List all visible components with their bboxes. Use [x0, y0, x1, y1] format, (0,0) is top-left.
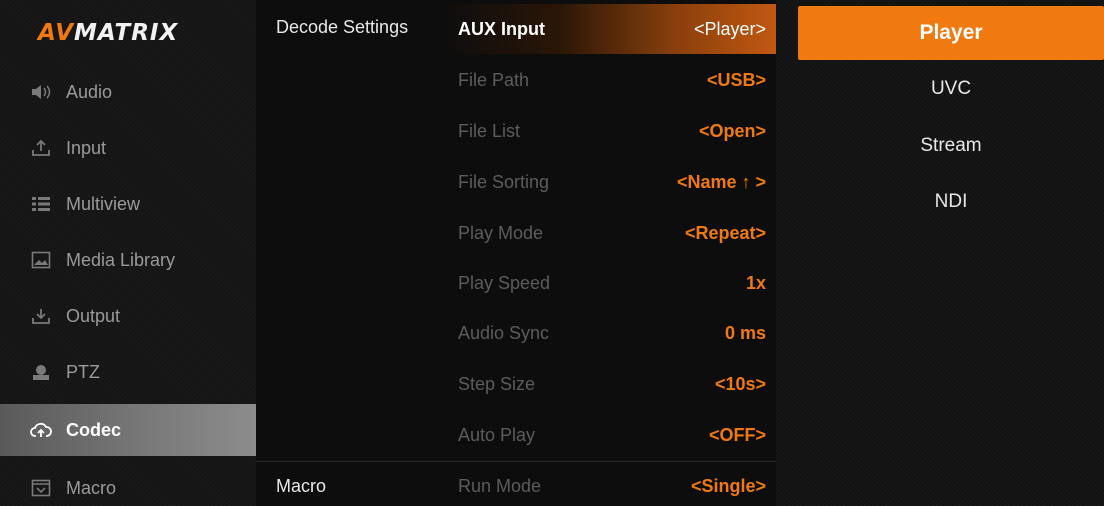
sidebar-item-label: Media Library	[66, 249, 176, 270]
setting-row-audio-sync[interactable]: Audio Sync 0 ms	[442, 308, 776, 358]
setting-label: File Sorting	[458, 171, 550, 192]
option-uvc[interactable]: UVC	[798, 62, 1104, 116]
setting-row-file-list[interactable]: File List <Open>	[442, 106, 776, 156]
setting-row-run-mode[interactable]: Run Mode <Single>	[442, 461, 776, 506]
list-icon	[30, 195, 52, 213]
speaker-icon	[30, 83, 52, 101]
camera-icon	[30, 363, 52, 381]
group-label-macro: Macro	[276, 476, 327, 496]
cloud-sync-icon	[30, 421, 52, 439]
sidebar-item-label: Input	[66, 137, 107, 158]
sidebar-item-label: Multiview	[66, 193, 141, 214]
setting-label: File List	[458, 120, 521, 141]
upload-icon	[30, 139, 52, 157]
aux-input-options: Player UVC Stream NDI	[776, 0, 1104, 506]
download-icon	[30, 307, 52, 325]
setting-label: File Path	[458, 69, 530, 90]
setting-value: <Repeat>	[684, 222, 766, 243]
sidebar-item-label: Audio	[66, 81, 113, 102]
option-player[interactable]: Player	[798, 6, 1104, 60]
setting-row-file-sorting[interactable]: File Sorting <Name ↑ >	[442, 157, 776, 207]
setting-value: <USB>	[706, 69, 766, 90]
sidebar-item-label: PTZ	[66, 361, 100, 382]
setting-value: <Name ↑ >	[676, 171, 766, 192]
sidebar-item-ptz[interactable]: PTZ	[0, 346, 256, 398]
setting-value: <OFF>	[708, 424, 766, 445]
group-label-decode-settings: Decode Settings	[276, 17, 409, 37]
setting-label: Audio Sync	[458, 322, 550, 343]
sidebar-item-label: Output	[66, 305, 121, 326]
setting-row-play-mode[interactable]: Play Mode <Repeat>	[442, 208, 776, 258]
option-stream[interactable]: Stream	[798, 119, 1104, 173]
setting-label: Step Size	[458, 373, 536, 394]
setting-label: Play Speed	[458, 272, 551, 293]
sidebar: AVMATRIX Audio Input Multiview Media Lib…	[0, 0, 270, 506]
sidebar-item-input[interactable]: Input	[0, 122, 256, 174]
setting-row-auto-play[interactable]: Auto Play <OFF>	[442, 410, 776, 460]
sidebar-item-multiview[interactable]: Multiview	[0, 178, 256, 230]
setting-value: <Player>	[693, 18, 766, 39]
setting-label: Play Mode	[458, 222, 544, 243]
sidebar-item-audio[interactable]: Audio	[0, 66, 256, 118]
avmatrix-logo: AVMATRIX	[38, 20, 179, 46]
setting-value: <10s>	[714, 373, 766, 394]
sidebar-item-label: Codec	[66, 419, 122, 440]
setting-value: 0 ms	[724, 322, 766, 343]
settings-panel: Decode Settings Macro AUX Input <Player>…	[256, 0, 776, 506]
sidebar-item-media-library[interactable]: Media Library	[0, 234, 256, 286]
setting-row-step-size[interactable]: Step Size <10s>	[442, 359, 776, 409]
option-ndi[interactable]: NDI	[798, 175, 1104, 229]
sidebar-item-macro[interactable]: Macro	[0, 462, 256, 506]
macro-icon	[30, 479, 52, 497]
setting-value: <Single>	[690, 475, 766, 496]
sidebar-item-codec[interactable]: Codec	[0, 404, 270, 456]
setting-label: AUX Input	[458, 18, 545, 39]
setting-value: <Open>	[698, 120, 766, 141]
setting-row-file-path[interactable]: File Path <USB>	[442, 55, 776, 105]
sidebar-item-output[interactable]: Output	[0, 290, 256, 342]
sidebar-item-label: Macro	[66, 477, 117, 498]
setting-row-aux-input[interactable]: AUX Input <Player>	[442, 4, 776, 54]
setting-row-play-speed[interactable]: Play Speed 1x	[442, 258, 776, 308]
setting-label: Run Mode	[458, 475, 542, 496]
setting-value: 1x	[745, 272, 766, 293]
setting-label: Auto Play	[458, 424, 536, 445]
image-icon	[30, 251, 52, 269]
